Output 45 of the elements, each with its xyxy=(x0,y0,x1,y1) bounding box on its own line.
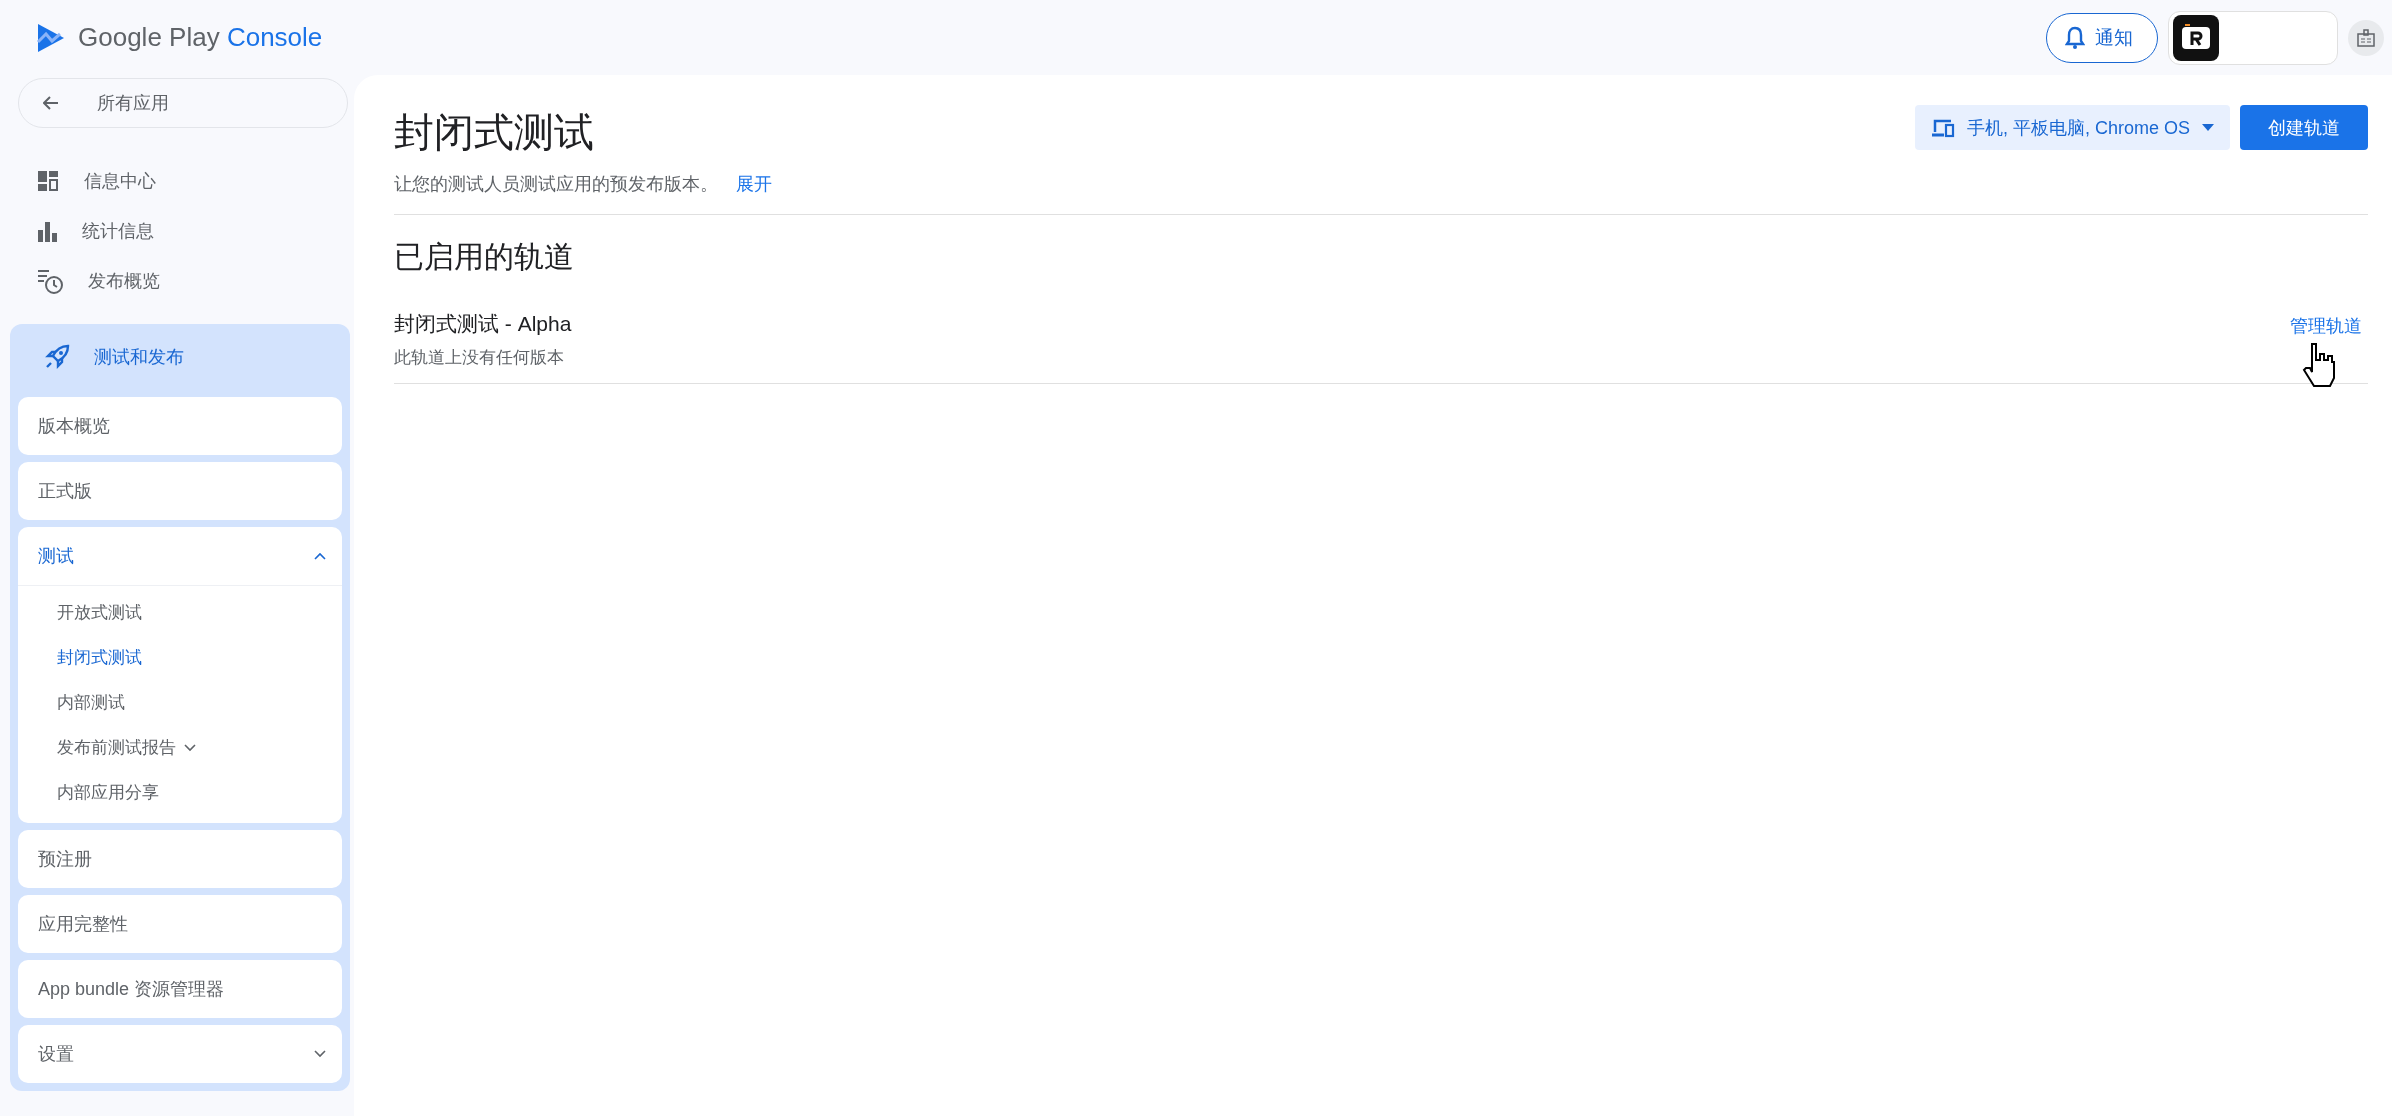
sidebar-item[interactable]: 正式版 xyxy=(18,462,342,520)
devices-icon xyxy=(1930,117,1955,138)
chevron-up-icon xyxy=(314,552,326,560)
chevron-down-icon xyxy=(314,1050,326,1058)
sidebar-item[interactable]: App bundle 资源管理器 xyxy=(18,960,342,1018)
manage-track-link[interactable]: 管理轨道 xyxy=(2290,314,2362,338)
sidebar-item[interactable]: 预注册 xyxy=(18,830,342,888)
sidebar-item[interactable]: 设置 xyxy=(18,1025,342,1083)
sidebar-item[interactable]: 版本概览 xyxy=(18,397,342,455)
device-filter[interactable]: 手机, 平板电脑, Chrome OS xyxy=(1914,105,2230,150)
notifications-button[interactable]: 通知 xyxy=(2046,12,2158,63)
page-description: 让您的测试人员测试应用的预发布版本。 xyxy=(394,174,718,194)
dropdown-arrow-icon xyxy=(2202,124,2214,131)
chevron-down-icon xyxy=(184,743,196,752)
rocket-icon xyxy=(44,344,70,370)
account-switcher[interactable] xyxy=(2168,10,2338,65)
track-description: 此轨道上没有任何版本 xyxy=(394,347,565,369)
expand-link[interactable]: 展开 xyxy=(736,174,772,194)
nav-item[interactable]: 统计信息 xyxy=(10,206,350,256)
account-button[interactable] xyxy=(2348,19,2384,56)
sidebar-subitem[interactable]: 发布前测试报告 xyxy=(18,725,342,770)
app-icon xyxy=(2173,14,2219,61)
nav-item[interactable]: 信息中心 xyxy=(10,156,350,206)
back-button[interactable]: 所有应用 xyxy=(18,78,348,128)
badge-icon xyxy=(2356,27,2376,48)
track-name: 封闭式测试 - Alpha xyxy=(394,311,572,337)
sidebar-subitem[interactable]: 开放式测试 xyxy=(18,590,342,635)
sidebar-subitem[interactable]: 内部应用分享 xyxy=(18,770,342,815)
sidebar-item[interactable]: 应用完整性 xyxy=(18,895,342,953)
sidebar-subitem[interactable]: 封闭式测试 xyxy=(18,635,342,680)
list-clock-icon xyxy=(36,267,64,295)
bar-chart-icon xyxy=(36,220,58,242)
section-heading: 已启用的轨道 xyxy=(394,239,575,275)
dashboard-icon xyxy=(36,169,60,193)
bell-icon xyxy=(2065,25,2085,50)
section-header[interactable]: 测试和发布 xyxy=(18,324,342,390)
back-arrow-icon xyxy=(43,96,59,110)
hand-cursor-icon xyxy=(2302,342,2336,388)
logo-icon xyxy=(36,21,66,54)
logo-text: Google Play Console xyxy=(78,22,323,53)
sidebar-subitem[interactable]: 内部测试 xyxy=(18,680,342,725)
create-track-button[interactable]: 创建轨道 xyxy=(2240,105,2368,150)
sidebar-item[interactable]: 测试 xyxy=(18,527,342,586)
nav-item[interactable]: 发布概览 xyxy=(10,256,350,306)
page-title: 封闭式测试 xyxy=(394,109,595,156)
